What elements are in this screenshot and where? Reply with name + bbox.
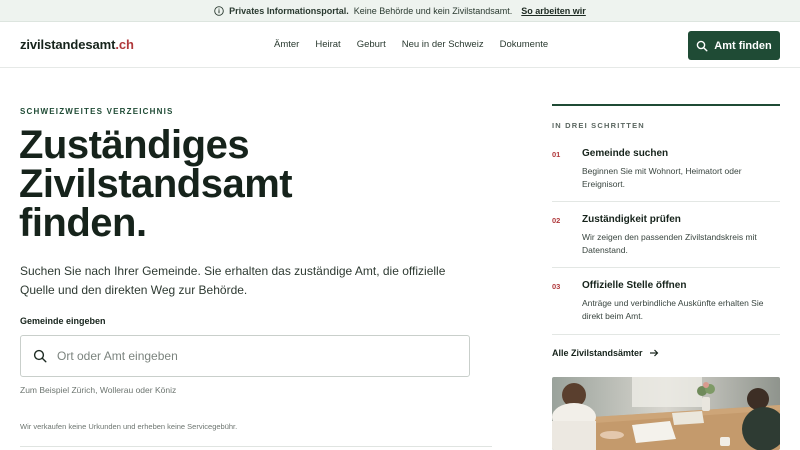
find-office-label: Amt finden xyxy=(714,39,772,52)
step-number: 03 xyxy=(552,282,561,291)
step-description: Anträge und verbindliche Auskünfte erhal… xyxy=(582,298,764,321)
consultation-photo xyxy=(552,377,780,450)
step-number: 02 xyxy=(552,216,561,225)
find-office-button[interactable]: Amt finden xyxy=(688,31,780,60)
step-title: Zuständigkeit prüfen xyxy=(582,214,681,225)
site-logo[interactable]: zivilstandesamt.ch xyxy=(20,37,134,52)
nav-item-geburt[interactable]: Geburt xyxy=(357,39,386,50)
intro-text: Suchen Sie nach Ihrer Gemeinde. Sie erha… xyxy=(20,264,446,297)
logo-main: zivilstandesamt xyxy=(20,37,116,52)
step-item: 02 Zuständigkeit prüfen Wir zeigen den p… xyxy=(552,214,780,268)
info-icon xyxy=(214,5,224,16)
page-title-line-2: Zivilstandsamt xyxy=(19,162,293,206)
search-icon xyxy=(33,349,47,363)
all-offices-label: Alle Zivilstandsämter xyxy=(552,348,643,358)
divider xyxy=(20,446,492,447)
page-title-line-3: finden. xyxy=(19,201,147,245)
disclaimer-text: Wir verkaufen keine Urkunden und erheben… xyxy=(20,422,238,431)
search-hint: Zum Beispiel Zürich, Wollerau oder Köniz xyxy=(20,385,177,395)
all-offices-link[interactable]: Alle Zivilstandsämter xyxy=(552,348,659,358)
steps-eyebrow: IN DREI SCHRITTEN xyxy=(552,121,645,130)
step-description: Wir zeigen den passenden Zivilstandskrei… xyxy=(582,232,757,255)
search-icon xyxy=(696,40,708,52)
site-header: zivilstandesamt.ch Ämter Heirat Geburt N… xyxy=(0,22,800,68)
step-number: 01 xyxy=(552,150,561,159)
arrow-right-icon xyxy=(649,348,659,358)
banner-link[interactable]: So arbeiten wir xyxy=(521,6,586,16)
step-item: 01 Gemeinde suchen Beginnen Sie mit Wohn… xyxy=(552,148,780,202)
search-field-label: Gemeinde eingeben xyxy=(20,316,106,326)
step-title: Offizielle Stelle öffnen xyxy=(582,280,687,291)
logo-tld: .ch xyxy=(115,37,134,52)
banner-strong-text: Privates Informationsportal. xyxy=(229,5,349,16)
page-title: Zuständiges Zivilstandsamt finden. xyxy=(19,123,439,245)
nav-item-aemter[interactable]: Ämter xyxy=(274,39,299,50)
nav-item-dokumente[interactable]: Dokumente xyxy=(500,39,549,50)
search-input[interactable] xyxy=(57,349,437,363)
nav-item-heirat[interactable]: Heirat xyxy=(315,39,340,50)
step-description: Beginnen Sie mit Wohnort, Heimatort oder… xyxy=(582,166,742,189)
step-item: 03 Offizielle Stelle öffnen Anträge und … xyxy=(552,280,780,335)
search-box[interactable] xyxy=(20,335,470,377)
info-banner: Privates Informationsportal. Keine Behör… xyxy=(0,0,800,22)
steps-top-rule xyxy=(552,104,780,106)
nav-item-neu-in-der-schweiz[interactable]: Neu in der Schweiz xyxy=(402,39,484,50)
banner-text: Keine Behörde und kein Zivilstandsamt. xyxy=(353,5,513,16)
page-title-line-1: Zuständiges xyxy=(19,123,250,167)
step-title: Gemeinde suchen xyxy=(582,148,669,159)
main-nav: Ämter Heirat Geburt Neu in der Schweiz D… xyxy=(274,39,548,50)
section-eyebrow: SCHWEIZWEITES VERZEICHNIS xyxy=(20,107,174,116)
